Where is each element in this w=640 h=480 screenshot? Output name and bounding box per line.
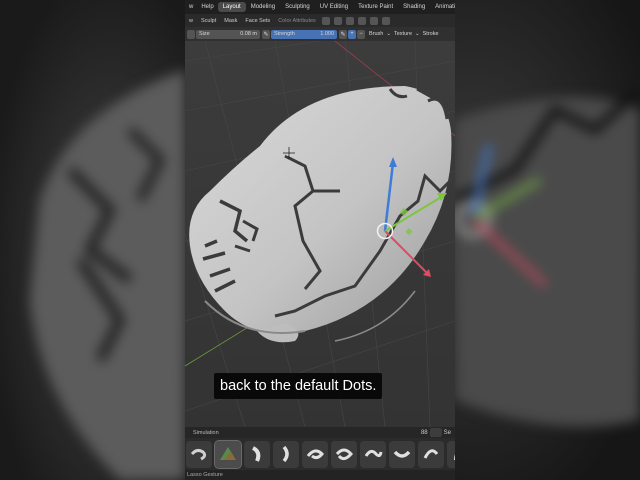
brush-curl-icon <box>190 448 207 461</box>
blurred-background-left <box>0 0 185 480</box>
brush-ribbon-icon <box>393 450 411 458</box>
brush-tile[interactable] <box>447 440 455 468</box>
asset-shelf-controls: 88 Se <box>421 427 455 438</box>
tab-texture-paint[interactable]: Texture Paint <box>353 2 398 12</box>
snap-icon[interactable] <box>381 16 390 25</box>
stroke-dropdown[interactable]: Stroke <box>420 31 442 37</box>
xray-icon[interactable] <box>357 16 366 25</box>
symmetry-icon[interactable] <box>369 16 378 25</box>
3d-scene[interactable] <box>185 41 455 427</box>
top-menu-bar: w Help Layout Modeling Sculpting UV Edit… <box>185 0 455 14</box>
video-subtitle: back to the default Dots. <box>214 373 383 399</box>
size-pressure-icon[interactable]: ✎ <box>262 29 270 39</box>
brush-tile-active[interactable] <box>214 439 242 469</box>
asset-shelf-category[interactable]: Simulation <box>185 427 455 438</box>
subtract-direction-button[interactable]: − <box>357 29 365 39</box>
header-sculpt-menu[interactable]: Sculpt <box>197 18 220 24</box>
header-face-sets-menu[interactable]: Face Sets <box>241 18 274 24</box>
shelf-display-toggle[interactable]: 88 <box>421 430 428 436</box>
viewport-header: w Sculpt Mask Face Sets Color Attributes <box>185 14 455 27</box>
size-label: Size <box>199 31 210 37</box>
brush-loop-icon <box>335 448 353 461</box>
header-view-menu[interactable]: w <box>185 18 197 24</box>
strength-label: Strength <box>274 31 295 37</box>
header-mask-menu[interactable]: Mask <box>220 18 241 24</box>
tab-uv-editing[interactable]: UV Editing <box>315 2 353 12</box>
tab-animation[interactable]: Animati <box>430 2 455 12</box>
shelf-search-field[interactable]: Se <box>444 430 451 436</box>
add-direction-button[interactable]: + <box>348 29 356 39</box>
brush-preview-icon[interactable] <box>187 29 195 39</box>
brush-swirl-icon <box>306 449 325 460</box>
brush-tile[interactable] <box>331 440 357 468</box>
tool-settings-bar: Size 0.08 m ✎ Strength 1.000 ✎ + − Brush… <box>185 27 455 41</box>
brush-terrain-icon <box>220 447 236 460</box>
strength-pressure-icon[interactable]: ✎ <box>339 29 347 39</box>
tab-shading[interactable]: Shading <box>398 2 430 12</box>
size-value: 0.08 m <box>240 31 257 37</box>
brush-tile[interactable] <box>389 440 415 468</box>
brush-hook-icon <box>282 445 289 463</box>
blurred-background-right <box>455 0 640 480</box>
viewport-shading-icon[interactable] <box>321 16 330 25</box>
texture-dropdown[interactable]: Texture <box>391 31 415 37</box>
menu-help[interactable]: Help <box>197 4 217 10</box>
status-bar-tool-name: Lasso Gesture <box>185 470 455 480</box>
brush-tile[interactable] <box>360 440 386 468</box>
strength-field[interactable]: Strength 1.000 <box>271 29 337 39</box>
tab-modeling[interactable]: Modeling <box>246 2 280 12</box>
brush-dropdown[interactable]: Brush <box>366 31 386 37</box>
brush-tile[interactable] <box>418 440 444 468</box>
tab-layout[interactable]: Layout <box>217 2 246 12</box>
brush-leaf-icon <box>454 454 455 460</box>
shelf-options-button[interactable] <box>429 428 442 437</box>
overlay-icon[interactable] <box>333 16 342 25</box>
brush-tile[interactable] <box>244 440 270 468</box>
menu-view[interactable]: w <box>185 4 197 10</box>
blurred-mesh-right <box>455 87 640 427</box>
tab-sculpting[interactable]: Sculpting <box>280 2 315 12</box>
brush-wave-icon <box>364 449 383 458</box>
blender-viewport[interactable]: w Help Layout Modeling Sculpting UV Edit… <box>185 0 455 480</box>
brush-claw-icon <box>251 446 261 462</box>
size-field[interactable]: Size 0.08 m <box>196 29 260 39</box>
header-color-attributes-menu[interactable]: Color Attributes <box>274 18 320 24</box>
brush-tile[interactable] <box>302 440 328 468</box>
brush-asset-shelf <box>185 438 455 470</box>
brush-tile[interactable] <box>186 440 212 468</box>
brush-twist-icon <box>423 449 439 459</box>
blurred-mesh-left <box>30 70 185 480</box>
brush-tile[interactable] <box>273 440 299 468</box>
gizmo-icon[interactable] <box>345 16 354 25</box>
strength-value: 1.000 <box>320 31 334 37</box>
